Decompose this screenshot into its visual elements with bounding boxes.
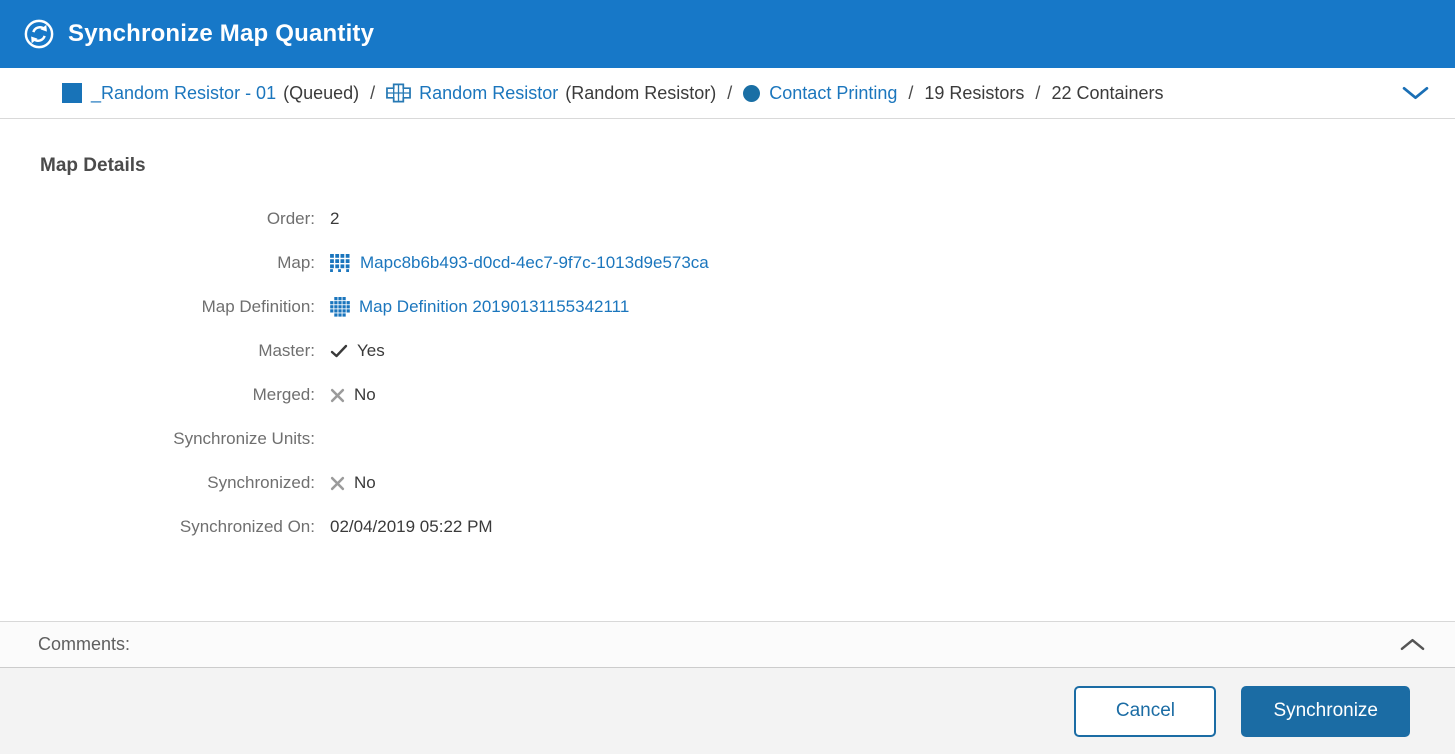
x-icon <box>330 388 345 403</box>
field-synchronized-on: Synchronized On: 02/04/2019 05:22 PM <box>0 505 1455 549</box>
breadcrumb-qty-resistors: 19 Resistors <box>924 83 1024 104</box>
breadcrumb-product-family: (Random Resistor) <box>565 83 716 104</box>
breadcrumb-step: Contact Printing <box>743 83 897 104</box>
field-order-value: 2 <box>330 209 339 229</box>
breadcrumb-separator: / <box>908 83 913 104</box>
breadcrumb-separator: / <box>727 83 732 104</box>
comments-section-bar[interactable]: Comments: <box>0 621 1455 668</box>
breadcrumb-product: Random Resistor (Random Resistor) <box>386 83 716 104</box>
cancel-button[interactable]: Cancel <box>1074 686 1216 737</box>
field-map-label: Map: <box>0 253 315 273</box>
field-synchronized-label: Synchronized: <box>0 473 315 493</box>
breadcrumb-container-link[interactable]: _Random Resistor - 01 <box>91 83 276 104</box>
field-map-value: Mapc8b6b493-d0cd-4ec7-9f7c-1013d9e573ca <box>330 253 709 273</box>
dialog-header: Synchronize Map Quantity <box>0 0 1455 68</box>
page-title: Synchronize Map Quantity <box>68 20 374 48</box>
field-merged-label: Merged: <box>0 385 315 405</box>
field-synchronized-text: No <box>354 473 376 493</box>
step-circle-icon <box>743 85 760 102</box>
field-synchronize-units-label: Synchronize Units: <box>0 429 315 449</box>
check-icon <box>330 344 348 358</box>
field-master: Master: Yes <box>0 329 1455 373</box>
field-list: Order: 2 Map: <box>0 197 1455 549</box>
wafer-icon <box>330 297 350 317</box>
field-order-label: Order: <box>0 209 315 229</box>
breadcrumb-qty-resistors-label: 19 Resistors <box>924 83 1024 104</box>
breadcrumb-product-link[interactable]: Random Resistor <box>419 83 558 104</box>
comments-label: Comments: <box>38 634 130 655</box>
chevron-down-icon[interactable] <box>1398 82 1433 104</box>
field-map: Map: Mapc8b6b493-d0cd-4ec7-9f7c-101 <box>0 241 1455 285</box>
container-square-icon <box>62 83 82 103</box>
field-merged-text: No <box>354 385 376 405</box>
sync-icon <box>24 19 54 49</box>
breadcrumb: _Random Resistor - 01 (Queued) / Random … <box>0 68 1455 119</box>
field-master-label: Master: <box>0 341 315 361</box>
field-synchronized: Synchronized: No <box>0 461 1455 505</box>
field-map-definition-value: Map Definition 20190131155342111 <box>330 297 629 317</box>
chevron-up-icon[interactable] <box>1396 634 1429 655</box>
map-link[interactable]: Mapc8b6b493-d0cd-4ec7-9f7c-1013d9e573ca <box>360 253 709 273</box>
field-master-text: Yes <box>357 341 385 361</box>
field-merged-value: No <box>330 385 376 405</box>
field-merged: Merged: No <box>0 373 1455 417</box>
synchronize-button[interactable]: Synchronize <box>1241 686 1410 737</box>
breadcrumb-qty-containers-label: 22 Containers <box>1051 83 1163 104</box>
die-cross-icon <box>386 83 411 103</box>
wafer-map-icon <box>330 254 351 272</box>
breadcrumb-step-link[interactable]: Contact Printing <box>769 83 897 104</box>
breadcrumb-container-status: (Queued) <box>283 83 359 104</box>
field-synchronized-value: No <box>330 473 376 493</box>
field-synchronized-on-label: Synchronized On: <box>0 517 315 537</box>
breadcrumb-container: _Random Resistor - 01 (Queued) <box>62 83 359 104</box>
field-order: Order: 2 <box>0 197 1455 241</box>
field-master-value: Yes <box>330 341 385 361</box>
synchronize-map-quantity-dialog: Synchronize Map Quantity _Random Resisto… <box>0 0 1455 754</box>
dialog-footer: Cancel Synchronize <box>0 668 1455 754</box>
field-synchronized-on-value: 02/04/2019 05:22 PM <box>330 517 493 537</box>
breadcrumb-separator: / <box>370 83 375 104</box>
breadcrumb-separator: / <box>1035 83 1040 104</box>
breadcrumb-qty-containers: 22 Containers <box>1051 83 1163 104</box>
x-icon <box>330 476 345 491</box>
map-definition-link[interactable]: Map Definition 20190131155342111 <box>359 297 629 317</box>
section-heading: Map Details <box>40 155 1455 177</box>
field-synchronize-units: Synchronize Units: <box>0 417 1455 461</box>
map-details-panel: Map Details Order: 2 Map: <box>0 119 1455 621</box>
field-map-definition-label: Map Definition: <box>0 297 315 317</box>
field-map-definition: Map Definition: Ma <box>0 285 1455 329</box>
